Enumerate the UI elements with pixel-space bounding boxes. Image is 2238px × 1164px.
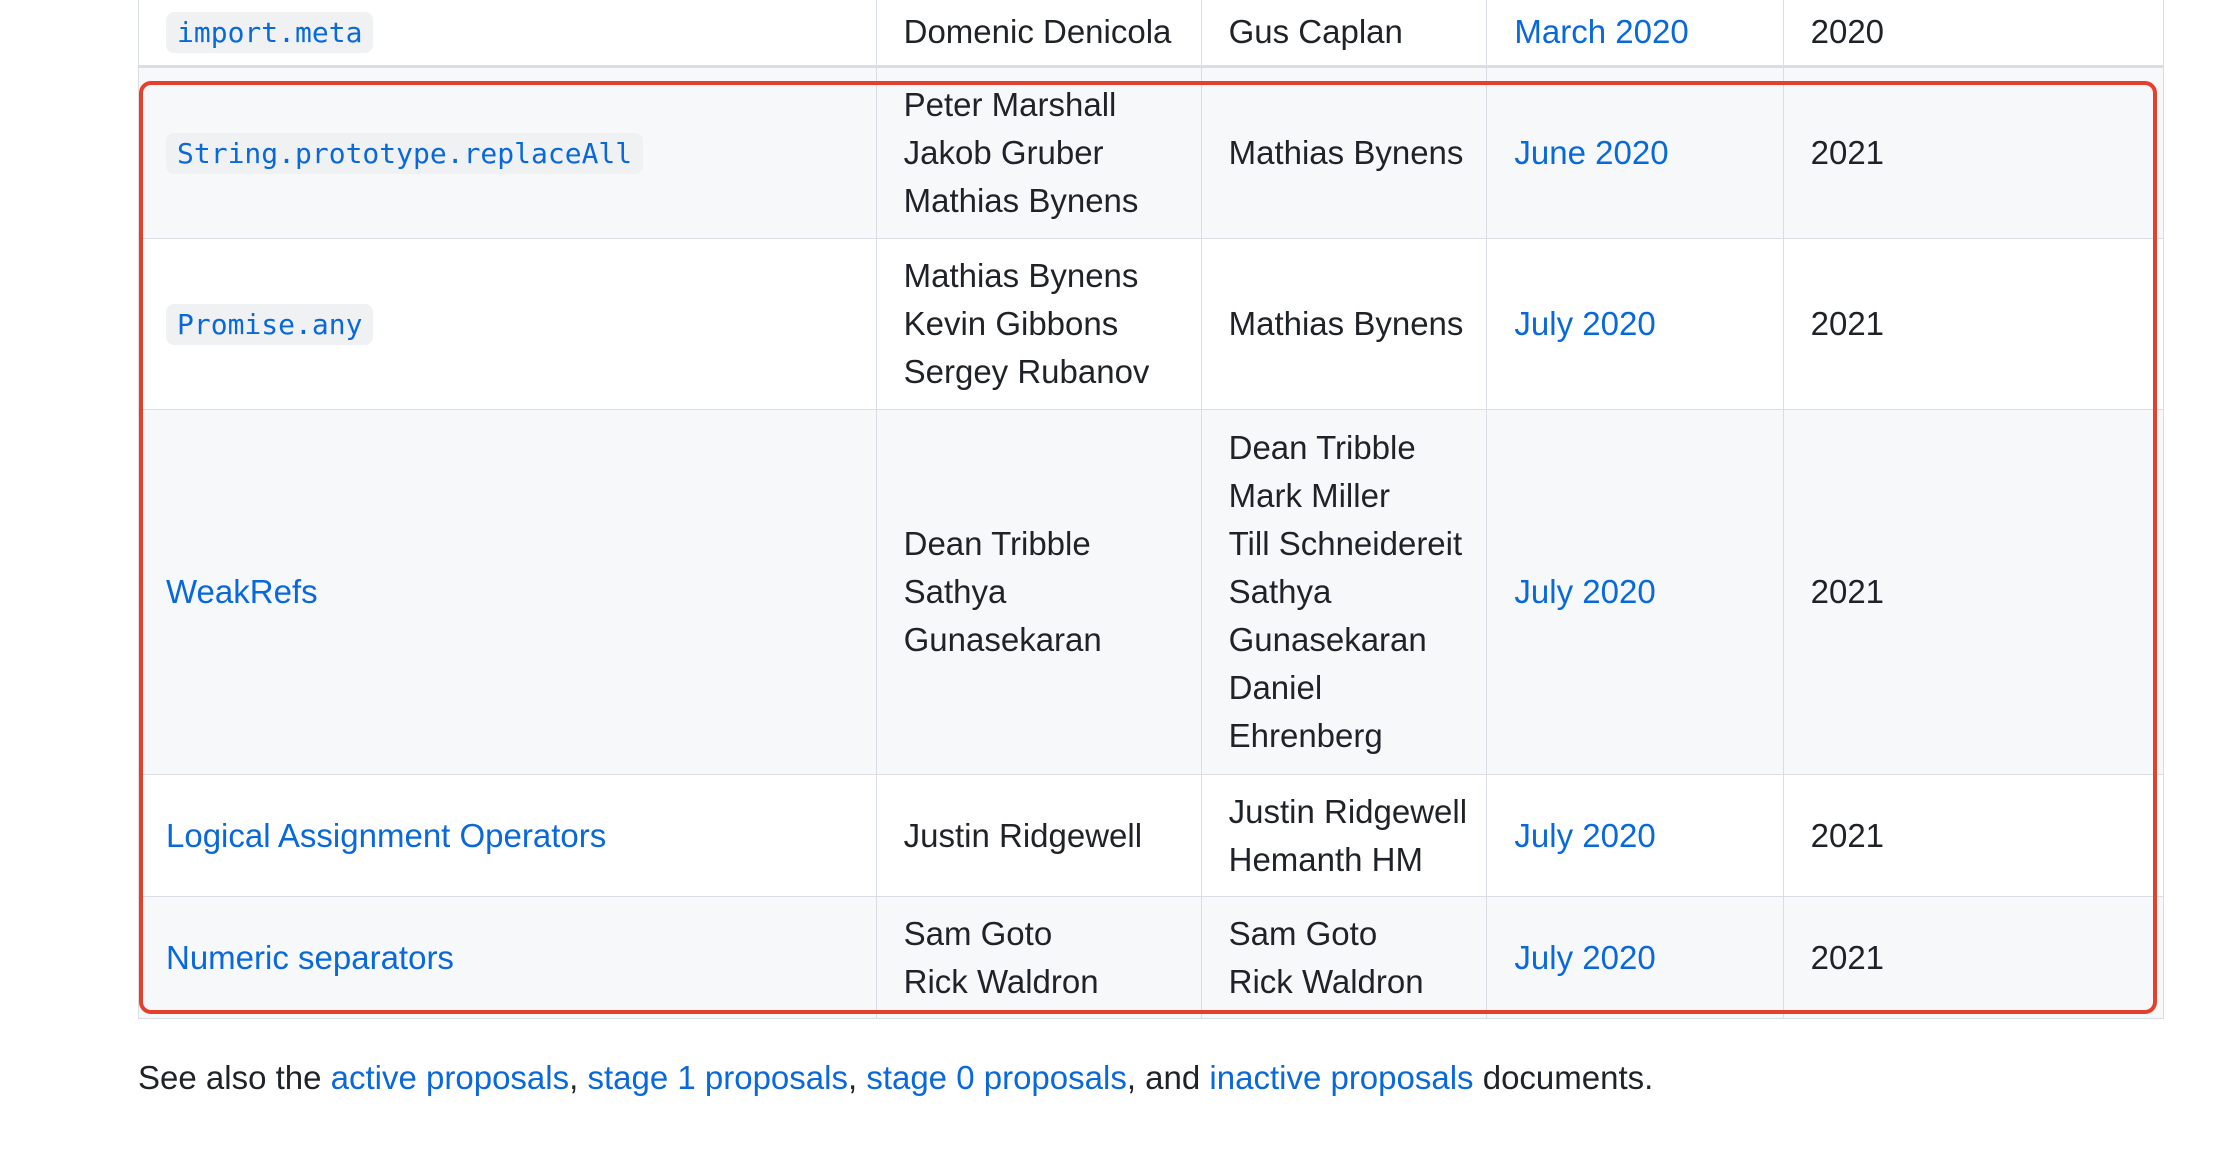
champions-cell: Mathias Bynens (1200, 66, 1488, 239)
authors-cell: Dean Tribble Sathya Gunasekaran (875, 409, 1202, 775)
proposal-code-label: Promise.any (166, 304, 374, 345)
champion-name: Till Schneidereit (1228, 525, 1463, 562)
publication-year: 2021 (1810, 305, 1885, 342)
champion-name: Sathya (1228, 573, 1332, 610)
champion-name: Gus Caplan (1228, 13, 1403, 50)
champions-cell: Dean Tribble Mark Miller Till Schneidereit… (1200, 409, 1488, 775)
meeting-cell: July 2020 (1486, 409, 1784, 775)
author-name: Kevin Gibbons (903, 305, 1119, 342)
author-name: Sathya (903, 573, 1007, 610)
table-row: Promise.any Mathias Bynens Kevin Gibbons Se… (138, 238, 2165, 410)
author-name: Dean Tribble (903, 525, 1091, 562)
proposal-link[interactable]: Promise.any (166, 304, 374, 345)
author-name: Mathias Bynens (903, 257, 1139, 294)
proposal-cell: Logical Assignment Operators (138, 774, 877, 897)
year-cell: 2021 (1782, 66, 2165, 239)
proposal-link[interactable]: String.prototype.replaceAll (166, 133, 644, 174)
year-cell: 2021 (1782, 409, 2165, 775)
champion-name: Hemanth HM (1228, 840, 1423, 878)
year-cell: 2020 (1782, 0, 2165, 68)
author-name: Justin Ridgewell (903, 816, 1143, 854)
proposal-cell: WeakRefs (138, 409, 877, 775)
see-also-paragraph: See also the active proposals, stage 1 p… (138, 1054, 1653, 1102)
champion-name: Dean Tribble (1228, 429, 1416, 466)
see-also-suffix: documents. (1473, 1059, 1654, 1096)
champions-cell: Sam Goto Rick Waldron (1200, 896, 1488, 1019)
see-also-separator: , and (1126, 1059, 1210, 1096)
table-row: import.meta Domenic Denicola Gus Caplan Mar… (138, 0, 2165, 68)
authors-cell: Peter Marshall Jakob Gruber Mathias Bynens (875, 66, 1202, 239)
proposal-cell: import.meta (138, 0, 877, 68)
author-name: Mathias Bynens (903, 182, 1139, 219)
proposal-code-label: String.prototype.replaceAll (166, 133, 644, 174)
year-cell: 2021 (1782, 896, 2165, 1019)
meeting-notes-link[interactable]: July 2020 (1514, 305, 1655, 342)
champion-name: Mathias Bynens (1228, 134, 1464, 171)
year-cell: 2021 (1782, 774, 2165, 897)
author-name: Sam Goto (903, 914, 1053, 952)
table-body: import.meta Domenic Denicola Gus Caplan Mar… (138, 0, 2165, 1019)
proposal-link[interactable]: Logical Assignment Operators (166, 817, 606, 854)
meeting-cell: March 2020 (1486, 0, 1784, 68)
author-name: Gunasekaran (903, 621, 1102, 658)
author-name: Sergey Rubanov (903, 353, 1150, 390)
meeting-notes-link[interactable]: July 2020 (1514, 573, 1655, 610)
inactive-proposals-link[interactable]: inactive proposals (1209, 1059, 1473, 1096)
publication-year: 2021 (1810, 134, 1885, 171)
publication-year: 2021 (1810, 573, 1885, 610)
proposal-cell: Numeric separators (138, 896, 877, 1019)
meeting-cell: June 2020 (1486, 66, 1784, 239)
see-also-prefix: See also the (138, 1059, 331, 1096)
proposal-cell: String.prototype.replaceAll (138, 66, 877, 239)
proposal-code-label: import.meta (166, 12, 374, 53)
authors-cell: Mathias Bynens Kevin Gibbons Sergey Rubano… (875, 238, 1202, 410)
see-also-separator: , (847, 1059, 867, 1096)
meeting-cell: July 2020 (1486, 238, 1784, 410)
meeting-notes-link[interactable]: June 2020 (1514, 134, 1668, 171)
champion-name: Justin Ridgewell (1228, 792, 1468, 830)
meeting-notes-link[interactable]: July 2020 (1514, 817, 1655, 854)
finished-proposals-table: import.meta Domenic Denicola Gus Caplan Mar… (138, 0, 2165, 1019)
champion-name: Gunasekaran (1228, 621, 1427, 658)
publication-year: 2020 (1810, 13, 1885, 50)
champion-name: Mathias Bynens (1228, 305, 1464, 342)
publication-year: 2021 (1810, 816, 1885, 854)
meeting-notes-link[interactable]: July 2020 (1514, 939, 1655, 976)
proposal-link[interactable]: Numeric separators (166, 939, 454, 976)
proposal-cell: Promise.any (138, 238, 877, 410)
champion-name: Rick Waldron (1228, 962, 1424, 1000)
champions-cell: Mathias Bynens (1200, 238, 1488, 410)
champions-cell: Gus Caplan (1200, 0, 1488, 68)
meeting-cell: July 2020 (1486, 896, 1784, 1019)
proposal-link[interactable]: WeakRefs (166, 573, 318, 610)
see-also-separator: , (569, 1059, 588, 1096)
publication-year: 2021 (1810, 938, 1885, 976)
proposal-link[interactable]: import.meta (166, 12, 374, 53)
table-row: Numeric separators Sam Goto Rick Waldron Sa… (138, 896, 2165, 1019)
page: import.meta Domenic Denicola Gus Caplan Mar… (0, 0, 2238, 1164)
author-name: Domenic Denicola (903, 13, 1172, 50)
authors-cell: Sam Goto Rick Waldron (875, 896, 1202, 1019)
champions-cell: Justin Ridgewell Hemanth HM (1200, 774, 1488, 897)
author-name: Jakob Gruber (903, 134, 1104, 171)
table-row: Logical Assignment Operators Justin Ridge… (138, 774, 2165, 897)
active-proposals-link[interactable]: active proposals (331, 1059, 569, 1096)
table-row: String.prototype.replaceAll Peter Marshal… (138, 66, 2165, 239)
authors-cell: Domenic Denicola (875, 0, 1202, 68)
author-name: Rick Waldron (903, 962, 1099, 1000)
champion-name: Ehrenberg (1228, 717, 1383, 754)
champion-name: Mark Miller (1228, 477, 1390, 514)
champion-name: Daniel (1228, 669, 1323, 706)
meeting-notes-link[interactable]: March 2020 (1514, 13, 1688, 50)
meeting-cell: July 2020 (1486, 774, 1784, 897)
stage-1-proposals-link[interactable]: stage 1 proposals (587, 1059, 848, 1096)
year-cell: 2021 (1782, 238, 2165, 410)
author-name: Peter Marshall (903, 86, 1117, 123)
authors-cell: Justin Ridgewell (875, 774, 1202, 897)
stage-0-proposals-link[interactable]: stage 0 proposals (866, 1059, 1127, 1096)
table-row: WeakRefs Dean Tribble Sathya Gunasekaran Dea… (138, 409, 2165, 775)
champion-name: Sam Goto (1228, 914, 1378, 952)
